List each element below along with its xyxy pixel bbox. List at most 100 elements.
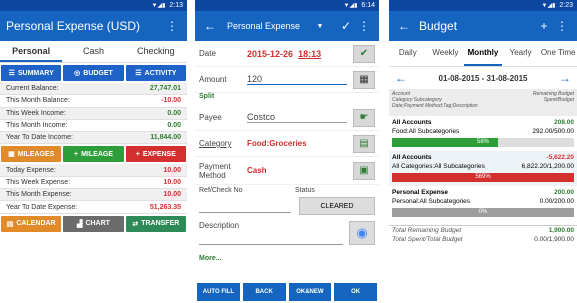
description-input[interactable]: Description <box>199 221 343 245</box>
overflow-menu-icon[interactable]: ⋮ <box>553 19 571 33</box>
more-link[interactable]: More... <box>195 251 379 262</box>
tab-one-time[interactable]: One Time <box>539 41 577 66</box>
prev-arrow-icon[interactable]: ← <box>395 71 407 85</box>
app-bar: ← Budget + ⋮ <box>389 11 577 41</box>
payee-picker-icon[interactable]: ☛ <box>353 108 375 127</box>
app-bar: Personal Expense (USD) ⋮ <box>0 11 187 41</box>
dropdown-arrow-icon[interactable]: ▼ <box>311 23 329 30</box>
account-tabs: Personal Cash Checking <box>0 41 187 63</box>
mileages-button[interactable]: ▦ MILEAGES <box>1 146 62 163</box>
activity-button[interactable]: ☰ ACTIVITY <box>125 65 186 81</box>
signal-icon: ▼◢▮ <box>541 3 556 9</box>
plus-icon: + <box>74 150 79 158</box>
list-icon: ☰ <box>135 70 142 77</box>
status-bar: ▼◢▮ 2:23 <box>389 0 577 11</box>
form-actions: AUTO FILL BACK OK&NEW OK <box>195 281 379 303</box>
overflow-menu-icon[interactable]: ⋮ <box>163 19 181 33</box>
chart-button[interactable]: ▟ CHART <box>63 215 124 232</box>
list-item[interactable]: All Accounts -5,622.20 All Categories:All… <box>389 151 577 186</box>
add-expense-button[interactable]: + EXPENSE <box>125 146 186 163</box>
ref-label: Ref/Check No <box>199 187 243 194</box>
tab-yearly[interactable]: Yearly <box>502 41 540 66</box>
tab-personal[interactable]: Personal <box>0 41 63 62</box>
budget-progress-bar: 569% <box>392 173 574 182</box>
add-icon[interactable]: + <box>535 19 553 33</box>
back-arrow-icon[interactable]: ← <box>395 19 413 33</box>
payment-row: Payment Method Cash ▣ <box>195 157 379 185</box>
camera-icon[interactable]: ◉ <box>349 221 375 245</box>
next-arrow-icon[interactable]: → <box>559 71 571 85</box>
list-item: This Month Income: 0.00 <box>0 120 187 133</box>
check-icon[interactable]: ✓ <box>337 19 355 33</box>
summary-button[interactable]: ☰ SUMMARY <box>1 65 62 81</box>
payment-method-field[interactable]: Cash <box>247 166 353 175</box>
split-link[interactable]: Split <box>195 93 379 105</box>
calendar-icon: ▤ <box>6 220 14 228</box>
budget-progress-bar: 0% <box>392 208 574 217</box>
amount-row: Amount 120 ▦ <box>195 67 379 93</box>
budget-list: All Accounts 208.00 Food:All Subcategorie… <box>389 116 577 221</box>
amount-input[interactable]: 120 <box>247 74 347 85</box>
app-title: Personal Expense (USD) <box>6 19 141 33</box>
budget-header: Account Category:Subcategory Date;Paymen… <box>389 89 577 116</box>
ok-button[interactable]: OK <box>334 283 377 301</box>
add-mileage-button[interactable]: + MILEAGE <box>63 146 124 163</box>
list-item: Today Expense: 10.00 <box>0 164 187 177</box>
status-bar: ▼◢▮ 6:14 <box>195 0 379 11</box>
signal-icon: ▼◢▮ <box>151 3 166 9</box>
list-item: This Week Income: 0.00 <box>0 107 187 120</box>
transfer-button[interactable]: ⇄ TRANSFER <box>125 215 186 232</box>
plus-icon: + <box>135 150 140 158</box>
calendar-picker-button[interactable]: ✔ <box>353 44 375 63</box>
payment-picker-icon[interactable]: ▣ <box>353 161 375 180</box>
list-item[interactable]: Personal Expense 200.00 Personal:All Subc… <box>389 186 577 221</box>
grid-icon: ▦ <box>8 151 15 159</box>
back-arrow-icon[interactable]: ← <box>201 19 219 33</box>
signal-icon: ▼◢▮ <box>343 3 358 9</box>
status-bar: ▼◢▮ 2:13 <box>0 0 187 11</box>
list-item: This Month Balance: -10.00 <box>0 95 187 108</box>
time-field[interactable]: 18:13 <box>298 49 321 59</box>
category-field[interactable]: Food:Groceries <box>247 139 353 148</box>
budget-button[interactable]: ◎ BUDGET <box>63 65 124 81</box>
expense-form-screen: ▼◢▮ 6:14 ← Personal Expense ▼ ✓ ⋮ Date 2… <box>195 0 379 303</box>
budget-screen: ▼◢▮ 2:23 ← Budget + ⋮ Daily Weekly Month… <box>389 0 577 303</box>
auto-fill-button[interactable]: AUTO FILL <box>197 283 240 301</box>
tab-monthly[interactable]: Monthly <box>464 41 502 66</box>
tab-daily[interactable]: Daily <box>389 41 427 66</box>
date-navigator: ← 01-08-2015 - 31-08-2015 → <box>389 67 577 89</box>
tab-checking[interactable]: Checking <box>125 41 187 62</box>
clock: 2:13 <box>169 2 183 9</box>
payee-row: Payee Costco ☛ <box>195 105 379 131</box>
list-item: This Month Expense: 10.00 <box>0 189 187 202</box>
expense-list: Today Expense: 10.00 This Week Expense: 10… <box>0 164 187 214</box>
app-title: Budget <box>419 19 458 33</box>
clock: 6:14 <box>361 2 375 9</box>
balance-list: Current Balance: 27,747.01 This Month Bal… <box>0 83 187 145</box>
summary-screen: ▼◢▮ 2:13 Personal Expense (USD) ⋮ Person… <box>0 0 187 303</box>
budget-totals: Total Remaining Budget 1,900.00 Total Spe… <box>389 225 577 244</box>
target-icon: ◎ <box>74 70 81 77</box>
overflow-menu-icon[interactable]: ⋮ <box>355 19 373 33</box>
list-item: Current Balance: 27,747.01 <box>0 83 187 96</box>
ref-input[interactable] <box>199 199 291 213</box>
status-button[interactable]: CLEARED <box>299 197 375 215</box>
calculator-icon[interactable]: ▦ <box>353 70 375 89</box>
budget-progress-bar: 58% <box>392 138 574 147</box>
payee-input[interactable]: Costco <box>247 112 347 123</box>
category-picker-icon[interactable]: ▤ <box>353 134 375 153</box>
date-field[interactable]: 2015-12-26 18:13 <box>247 49 353 59</box>
tab-cash[interactable]: Cash <box>62 41 124 62</box>
ok-new-button[interactable]: OK&NEW <box>288 283 332 301</box>
date-row: Date 2015-12-26 18:13 ✔ <box>195 41 379 67</box>
status-label: Status <box>295 187 315 194</box>
tab-weekly[interactable]: Weekly <box>427 41 465 66</box>
list-icon: ☰ <box>8 70 15 77</box>
category-row: Category Food:Groceries ▤ <box>195 131 379 157</box>
chart-icon: ▟ <box>77 220 83 228</box>
back-button[interactable]: BACK <box>242 283 286 301</box>
list-item[interactable]: All Accounts 208.00 Food:All Subcategorie… <box>389 116 577 151</box>
app-title: Personal Expense <box>227 21 301 31</box>
transfer-icon: ⇄ <box>132 220 139 228</box>
calendar-button[interactable]: ▤ CALENDAR <box>1 215 62 232</box>
